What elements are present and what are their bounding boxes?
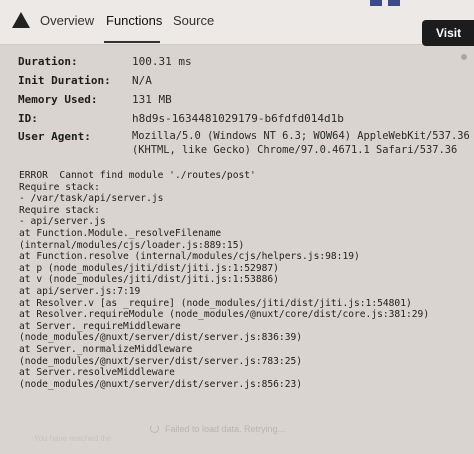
log-line: - api/server.js [19,216,106,228]
log-line: (node_modules/@nuxt/server/dist/server.j… [19,332,303,344]
meta-label: User Agent: [18,130,91,143]
loading-status-text: Failed to load data. Retrying... [165,424,286,434]
log-line: at Function.Module._resolveFilename [19,227,222,239]
meta-label: ID: [18,112,38,125]
meta-value: h8d9s-1634481029179-b6fdfd014d1b [132,112,344,125]
log-line: at Server.resolveMiddleware [19,367,175,379]
visit-button[interactable]: Visit [422,20,474,46]
triangle-logo-icon[interactable] [12,12,30,28]
log-line: Require stack: [19,204,100,216]
log-line: at v (node_modules/jiti/dist/jiti.js:1:5… [19,274,279,286]
log-line: at Function.resolve (internal/modules/cj… [19,251,360,263]
log-line: at api/server.js:7:19 [19,285,141,297]
log-line: at Resolver.v [as _require] (node_module… [19,297,412,309]
top-navigation-bar: Overview Functions Source [0,0,474,45]
tab-overview[interactable]: Overview [40,13,94,28]
error-log: ERROR Cannot find module './routes/post'… [19,170,429,390]
loading-status: Failed to load data. Retrying... [150,424,285,434]
log-line: (node_modules/@nuxt/server/dist/server.j… [19,378,303,390]
log-line: at Server._requireMiddleware [19,320,181,332]
log-line: at Resolver.requireModule (node_modules/… [19,309,430,321]
meta-value: 100.31 ms [132,55,192,68]
meta-label: Duration: [18,55,78,68]
log-line: (node_modules/@nuxt/server/dist/server.j… [19,355,303,367]
log-line: at Server._normalizeMiddleware [19,343,193,355]
spinner-icon [150,424,159,433]
meta-value: Mozilla/5.0 (Windows NT 6.3; WOW64) Appl… [132,130,470,142]
log-line: at p (node_modules/jiti/dist/jiti.js:1:5… [19,262,279,274]
log-line: (internal/modules/cjs/loader.js:889:15) [19,239,245,251]
meta-value: 131 MB [132,93,172,106]
tab-functions[interactable]: Functions [106,13,162,28]
log-line: Require stack: [19,181,100,193]
meta-label: Memory Used: [18,93,98,106]
window-indicator [388,0,400,6]
scrollbar-thumb[interactable] [461,54,467,60]
meta-value: N/A [132,74,152,87]
log-line: - /var/task/api/server.js [19,193,164,205]
meta-value-continued: (KHTML, like Gecko) Chrome/97.0.4671.1 S… [132,144,458,156]
log-line: ERROR Cannot find module './routes/post' [19,170,256,181]
meta-label: Init Duration: [18,74,111,87]
window-indicator [370,0,382,6]
footer-note: You have reached the [34,434,112,443]
tab-source[interactable]: Source [173,13,214,28]
active-tab-indicator [104,41,160,43]
